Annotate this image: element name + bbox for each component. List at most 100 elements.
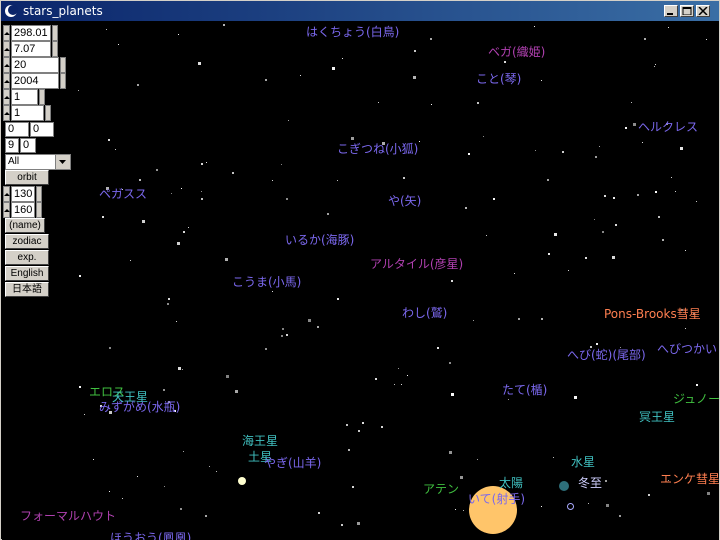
star-dot	[612, 256, 615, 259]
star-dot	[449, 362, 451, 364]
window-title: stars_planets	[23, 4, 103, 18]
label-altair: アルタイル(彦星)	[370, 257, 464, 271]
spin-field[interactable]: 7.07	[11, 41, 51, 57]
star-dot	[223, 24, 225, 26]
label-sun: 太陽	[499, 476, 524, 490]
spin-scroll[interactable]	[39, 89, 45, 105]
star-dot	[707, 492, 710, 495]
star-dot	[205, 515, 207, 517]
zodiac-button[interactable]: zodiac	[5, 234, 49, 249]
field-a1[interactable]: 0	[5, 122, 29, 137]
spin-field[interactable]: 2004	[11, 73, 59, 89]
label-mercury: 水星	[571, 455, 596, 469]
name-toggle-button[interactable]: (name)	[5, 218, 45, 233]
label-tate: たて(楯)	[502, 383, 548, 397]
star-dot	[288, 120, 289, 121]
star-dot	[183, 231, 185, 233]
label-ya: や(矢)	[388, 194, 422, 208]
label-iruka: いるか(海豚)	[285, 233, 355, 247]
spin-arrow[interactable]	[3, 41, 10, 57]
star-dot	[209, 466, 210, 467]
maximize-button[interactable]	[680, 5, 694, 17]
star-dot	[176, 321, 177, 322]
spin-field[interactable]: 130	[11, 186, 35, 202]
star-dot	[182, 369, 183, 370]
spin-field[interactable]: 160	[11, 202, 35, 218]
star-dot	[413, 76, 416, 79]
label-aten: アテン	[423, 482, 460, 496]
spin-scroll[interactable]	[36, 186, 42, 202]
star-dot	[226, 375, 229, 378]
label-washi: わし(鷲)	[402, 306, 448, 320]
sky-canvas[interactable]: はくちょう(白鳥) ベガ(織姫) こと(琴) ヘルクレス こぎつね(小狐) ペガ…	[2, 21, 719, 540]
star-dot	[286, 198, 288, 200]
star-dot	[407, 375, 408, 376]
label-vega: ベガ(織姫)	[488, 45, 546, 59]
spin-scroll[interactable]	[45, 105, 51, 121]
moon-icon	[5, 5, 18, 17]
spin-field[interactable]: 20	[11, 57, 59, 73]
star-dot	[201, 163, 203, 165]
exp-button[interactable]: exp.	[5, 250, 49, 265]
spin-field[interactable]: 1	[11, 89, 38, 105]
spin-scroll[interactable]	[52, 25, 58, 41]
spin-field[interactable]: 1	[11, 105, 44, 121]
star-dot	[188, 227, 189, 228]
japanese-button[interactable]: 日本語	[5, 282, 49, 297]
field-a2[interactable]: 0	[30, 122, 54, 137]
star-dot	[398, 368, 399, 369]
spin-scroll[interactable]	[60, 57, 66, 73]
spin-field[interactable]: 298.01	[11, 25, 51, 41]
spin-scroll[interactable]	[60, 73, 66, 89]
star-dot	[168, 298, 170, 300]
title-bar[interactable]: stars_planets	[1, 1, 719, 21]
star-dot	[318, 512, 320, 514]
label-koto: こと(琴)	[476, 72, 522, 86]
star-dot	[216, 471, 217, 472]
star-dot	[655, 191, 657, 193]
star-dot	[585, 257, 587, 259]
star-dot	[637, 194, 639, 196]
star-dot	[465, 207, 467, 209]
star-dot	[102, 216, 104, 218]
star-dot	[675, 191, 676, 192]
spin-scroll[interactable]	[52, 41, 58, 57]
star-dot	[122, 498, 123, 499]
close-icon	[698, 7, 708, 15]
star-dot	[341, 524, 343, 526]
star-dot	[568, 270, 569, 271]
star-dot	[130, 260, 131, 261]
star-dot	[93, 459, 94, 460]
star-dot	[362, 422, 364, 424]
solstice-marker	[567, 503, 574, 510]
label-neptune: 海王星	[242, 434, 279, 448]
spin-arrow[interactable]	[3, 186, 10, 202]
star-dot	[613, 197, 615, 199]
field-b2[interactable]: 0	[20, 138, 36, 153]
spin-arrow[interactable]	[3, 105, 10, 121]
spin-arrow[interactable]	[3, 25, 10, 41]
filter-select[interactable]: All	[5, 154, 71, 170]
spin-arrow[interactable]	[3, 57, 10, 73]
star-dot	[451, 393, 454, 396]
close-button[interactable]	[696, 5, 710, 17]
spin-arrow[interactable]	[3, 73, 10, 89]
star-dot	[394, 384, 395, 385]
star-dot	[109, 491, 110, 492]
spin-arrow[interactable]	[3, 202, 10, 218]
star-dot	[508, 399, 509, 400]
dropdown-button[interactable]	[55, 155, 70, 169]
field-b1[interactable]: 9	[5, 138, 19, 153]
star-dot	[337, 298, 339, 300]
star-dot	[644, 38, 646, 40]
label-kouma: こうま(小馬)	[232, 275, 302, 289]
spin-scroll[interactable]	[36, 202, 42, 218]
arrow-up-icon	[4, 193, 10, 196]
orbit-button[interactable]: orbit	[5, 170, 49, 185]
star-dot	[680, 147, 683, 150]
english-button[interactable]: English	[5, 266, 49, 281]
minimize-button[interactable]	[664, 5, 678, 17]
star-dot	[606, 504, 609, 507]
star-dot	[548, 253, 550, 255]
spin-arrow[interactable]	[3, 89, 10, 105]
